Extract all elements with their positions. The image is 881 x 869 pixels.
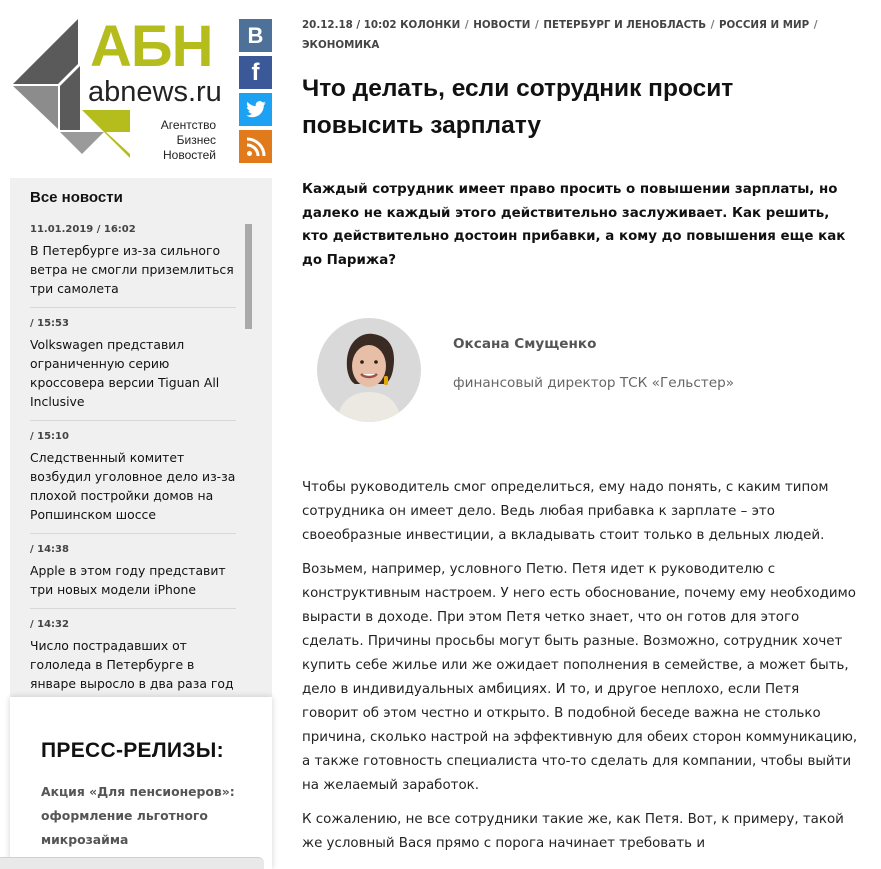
logo-domain: abnews.ru — [88, 76, 222, 108]
news-headline[interactable]: Apple в этом году представит три новых м… — [30, 561, 236, 599]
twitter-icon — [245, 100, 266, 117]
article-title: Что делать, если сотрудник просит повыси… — [302, 75, 734, 139]
author-role: финансовый директор ТСК «Гельстер» — [453, 375, 735, 391]
category-link[interactable]: ЭКОНОМИКА — [302, 39, 379, 51]
article-date: 20.12.18 / 10:02 — [302, 19, 397, 31]
rss-button[interactable] — [239, 130, 272, 163]
news-item[interactable]: 11.01.2019 / 16:02 В Петербурге из-за си… — [30, 223, 236, 308]
news-headline[interactable]: Volkswagen представил ограниченную серию… — [30, 335, 236, 411]
article-paragraph: Чтобы руководитель смог определиться, ем… — [302, 480, 829, 543]
news-item[interactable]: / 15:53 Volkswagen представил ограниченн… — [30, 317, 236, 421]
category-separator: / — [464, 19, 469, 31]
news-headline[interactable]: Следственный комитет возбудил уголовное … — [30, 448, 236, 524]
news-item[interactable]: / 14:32 Число пострадавших от гололеда в… — [30, 618, 236, 701]
logo-subtitle-line: Бизнес — [176, 133, 216, 147]
author-name: Оксана Смущенко — [453, 336, 597, 352]
article-lead: Каждый сотрудник имеет право просить о п… — [302, 182, 846, 268]
news-scrollbar-thumb[interactable] — [245, 224, 252, 329]
news-headline[interactable]: Число пострадавших от гололеда в Петербу… — [30, 636, 236, 693]
article-body: Чтобы руководитель смог определиться, ем… — [302, 476, 858, 866]
category-link[interactable]: ПЕТЕРБУРГ И ЛЕНОБЛАСТЬ — [543, 19, 706, 31]
category-link[interactable]: НОВОСТИ — [473, 19, 530, 31]
logo-subtitle-line: Новостей — [163, 148, 216, 162]
author-photo-icon — [317, 318, 421, 422]
facebook-button[interactable]: f — [239, 56, 272, 89]
press-releases-title: ПРЕСС-РЕЛИЗЫ: — [41, 739, 224, 762]
logo-subtitle: Агентство Бизнес Новостей — [161, 118, 216, 163]
category-separator: / — [534, 19, 539, 31]
rss-icon — [246, 137, 265, 156]
category-link[interactable]: КОЛОНКИ — [400, 19, 460, 31]
news-date: 11.01.2019 / 16:02 — [30, 224, 136, 235]
vk-icon: B — [247, 22, 264, 48]
news-item[interactable]: / 14:38 Apple в этом году представит три… — [30, 543, 236, 609]
news-feed: Все новости 11.01.2019 / 16:02 В Петербу… — [10, 178, 272, 701]
category-separator: / — [813, 19, 818, 31]
news-item[interactable]: / 15:10 Следственный комитет возбудил уг… — [30, 430, 236, 534]
logo-abbreviation: АБН — [90, 14, 213, 79]
article-paragraph: Возьмем, например, условного Петю. Петя … — [302, 562, 858, 793]
press-release-link[interactable]: Акция «Для пенсионеров»: оформление льго… — [41, 780, 241, 852]
news-date: / 14:38 — [30, 544, 69, 555]
article-meta: 20.12.18 / 10:02 КОЛОНКИ / НОВОСТИ / ПЕТ… — [302, 15, 862, 55]
article-paragraph: К сожалению, не все сотрудники такие же,… — [302, 812, 844, 851]
twitter-button[interactable] — [239, 93, 272, 126]
news-date: / 15:53 — [30, 318, 69, 329]
category-separator: / — [710, 19, 715, 31]
news-headline[interactable]: В Петербурге из-за сильного ветра не смо… — [30, 241, 236, 298]
news-feed-title[interactable]: Все новости — [30, 189, 123, 206]
news-date: / 14:32 — [30, 619, 69, 630]
logo-subtitle-line: Агентство — [160, 118, 216, 132]
facebook-icon: f — [251, 58, 260, 86]
news-date: / 15:10 — [30, 431, 69, 442]
author-avatar — [317, 318, 421, 422]
category-link[interactable]: РОССИЯ И МИР — [719, 19, 809, 31]
site-logo[interactable]: АБН abnews.ru Агентство Бизнес Новостей — [8, 14, 234, 164]
press-releases: ПРЕСС-РЕЛИЗЫ: Акция «Для пенсионеров»: о… — [10, 697, 272, 869]
horizontal-scrollbar[interactable] — [0, 857, 264, 869]
news-list: 11.01.2019 / 16:02 В Петербурге из-за си… — [30, 223, 236, 701]
vk-button[interactable]: B — [239, 19, 272, 52]
